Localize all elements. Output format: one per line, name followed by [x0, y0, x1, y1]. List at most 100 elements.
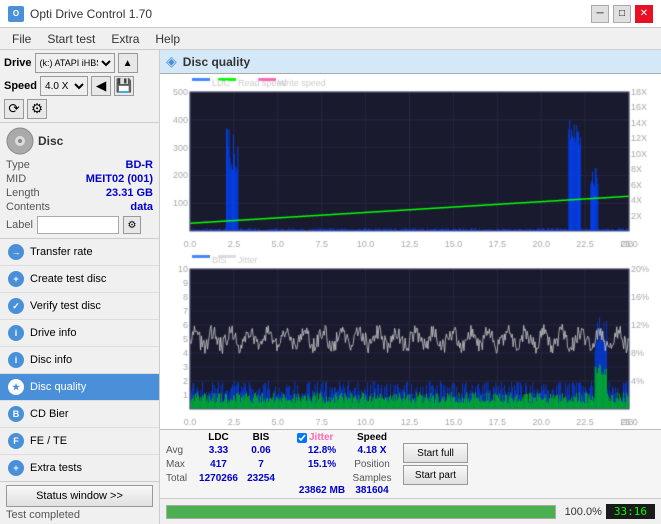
nav-label-cd-bier: CD Bier — [30, 408, 69, 420]
nav-drive-info[interactable]: i Drive info — [0, 320, 159, 347]
status-text: Test completed — [6, 509, 153, 521]
charts-area — [160, 74, 661, 429]
total-ldc: 1270266 — [196, 471, 241, 485]
stats-table: LDC BIS Jitter Speed Avg — [166, 432, 468, 496]
nav-fe-te[interactable]: F FE / TE — [0, 428, 159, 455]
right-panel: ◈ Disc quality LDC BIS — [160, 50, 661, 524]
type-label: Type — [6, 159, 30, 171]
max-bis: 7 — [241, 457, 281, 471]
total-label: Total — [166, 471, 196, 485]
nav-icon-cd-bier: B — [8, 406, 24, 422]
progress-bar-fill — [167, 506, 555, 518]
progress-bar-container — [166, 505, 556, 519]
nav-label-disc-info: Disc info — [30, 354, 72, 366]
speed-decrease-btn[interactable]: ◀ — [91, 76, 111, 96]
nav-transfer-rate[interactable]: → Transfer rate — [0, 239, 159, 266]
left-panel: Drive (k:) ATAPI iHBS112 2 CL0K ▲ Speed … — [0, 50, 160, 524]
nav-icon-create: + — [8, 271, 24, 287]
speed-label: Speed — [4, 80, 37, 92]
window-controls: ─ □ ✕ — [591, 5, 653, 23]
nav-label-drive: Drive info — [30, 327, 76, 339]
maximize-button[interactable]: □ — [613, 5, 631, 23]
type-value: BD-R — [126, 159, 154, 171]
sidebar-nav: → Transfer rate + Create test disc ✓ Ver… — [0, 239, 159, 481]
avg-bis: 0.06 — [241, 443, 281, 457]
avg-jitter: 12.8% — [297, 443, 347, 457]
status-bar-area: Status window >> Test completed — [0, 481, 159, 524]
menu-start-test[interactable]: Start test — [39, 30, 103, 48]
jitter-col-header: Jitter — [297, 432, 347, 443]
main-layout: Drive (k:) ATAPI iHBS112 2 CL0K ▲ Speed … — [0, 50, 661, 524]
minimize-button[interactable]: ─ — [591, 5, 609, 23]
bis-header: BIS — [241, 432, 281, 443]
disc-label-btn[interactable]: ⚙ — [123, 216, 141, 234]
eject-button[interactable]: ▲ — [118, 53, 138, 73]
samples-value: 381604 — [347, 485, 397, 496]
disc-section-label: Disc — [38, 134, 63, 148]
refresh-btn[interactable]: ⟳ — [4, 99, 24, 119]
nav-extra-tests[interactable]: + Extra tests — [0, 455, 159, 481]
nav-icon-drive: i — [8, 325, 24, 341]
disc-label-input[interactable] — [37, 216, 119, 234]
close-button[interactable]: ✕ — [635, 5, 653, 23]
mid-value: MEIT02 (001) — [86, 173, 153, 185]
nav-icon-fe-te: F — [8, 433, 24, 449]
stats-row: LDC BIS Jitter Speed Avg — [160, 429, 661, 498]
nav-label-fe-te: FE / TE — [30, 435, 67, 447]
contents-label: Contents — [6, 201, 50, 213]
nav-label-disc-quality: Disc quality — [30, 381, 86, 393]
start-part-btn[interactable]: Start part — [403, 465, 468, 485]
menu-extra[interactable]: Extra — [103, 30, 147, 48]
length-label: Length — [6, 187, 40, 199]
drive-label: Drive — [4, 57, 32, 69]
chart-header: ◈ Disc quality — [160, 50, 661, 74]
nav-icon-extra: + — [8, 460, 24, 476]
menu-bar: File Start test Extra Help — [0, 28, 661, 50]
start-full-btn[interactable]: Start full — [403, 443, 468, 463]
contents-value: data — [130, 201, 153, 213]
nav-icon-transfer: → — [8, 244, 24, 260]
progress-pct: 100.0% — [560, 506, 602, 518]
save-btn[interactable]: 💾 — [114, 76, 134, 96]
speed-col-header: Speed — [347, 432, 397, 443]
nav-icon-disc-info: i — [8, 352, 24, 368]
max-ldc: 417 — [196, 457, 241, 471]
avg-ldc: 3.33 — [196, 443, 241, 457]
nav-create-test-disc[interactable]: + Create test disc — [0, 266, 159, 293]
avg-label: Avg — [166, 443, 196, 457]
speed-selector[interactable]: 4.0 X — [40, 76, 88, 96]
disc-icon — [6, 127, 34, 155]
progress-row: 100.0% 33:16 — [160, 498, 661, 524]
app-icon: O — [8, 6, 24, 22]
max-jitter: 15.1% — [297, 457, 347, 471]
avg-speed: 4.18 X — [347, 443, 397, 457]
title-bar: O Opti Drive Control 1.70 ─ □ ✕ — [0, 0, 661, 28]
drive-selector[interactable]: (k:) ATAPI iHBS112 2 CL0K — [35, 53, 115, 73]
nav-verify-test-disc[interactable]: ✓ Verify test disc — [0, 293, 159, 320]
total-bis: 23254 — [241, 471, 281, 485]
nav-label-verify: Verify test disc — [30, 300, 101, 312]
nav-label-transfer: Transfer rate — [30, 246, 93, 258]
nav-label-extra: Extra tests — [30, 462, 82, 474]
length-value: 23.31 GB — [106, 187, 153, 199]
menu-file[interactable]: File — [4, 30, 39, 48]
main-chart — [160, 74, 661, 429]
nav-icon-verify: ✓ — [8, 298, 24, 314]
nav-disc-quality[interactable]: ★ Disc quality — [0, 374, 159, 401]
menu-help[interactable]: Help — [147, 30, 188, 48]
nav-cd-bier[interactable]: B CD Bier — [0, 401, 159, 428]
bottom-area: LDC BIS Jitter Speed Avg — [160, 429, 661, 524]
jitter-checkbox[interactable] — [297, 433, 307, 443]
jitter-label: Jitter — [309, 432, 333, 443]
chart-title: Disc quality — [183, 55, 250, 69]
samples-label: Samples — [353, 473, 392, 484]
ldc-header: LDC — [196, 432, 241, 443]
nav-label-create: Create test disc — [30, 273, 106, 285]
config-btn[interactable]: ⚙ — [27, 99, 47, 119]
status-window-btn[interactable]: Status window >> — [6, 485, 153, 507]
nav-disc-info[interactable]: i Disc info — [0, 347, 159, 374]
max-label: Max — [166, 457, 196, 471]
position-label: Position — [354, 459, 390, 470]
app-title: Opti Drive Control 1.70 — [30, 7, 152, 21]
mid-label: MID — [6, 173, 26, 185]
